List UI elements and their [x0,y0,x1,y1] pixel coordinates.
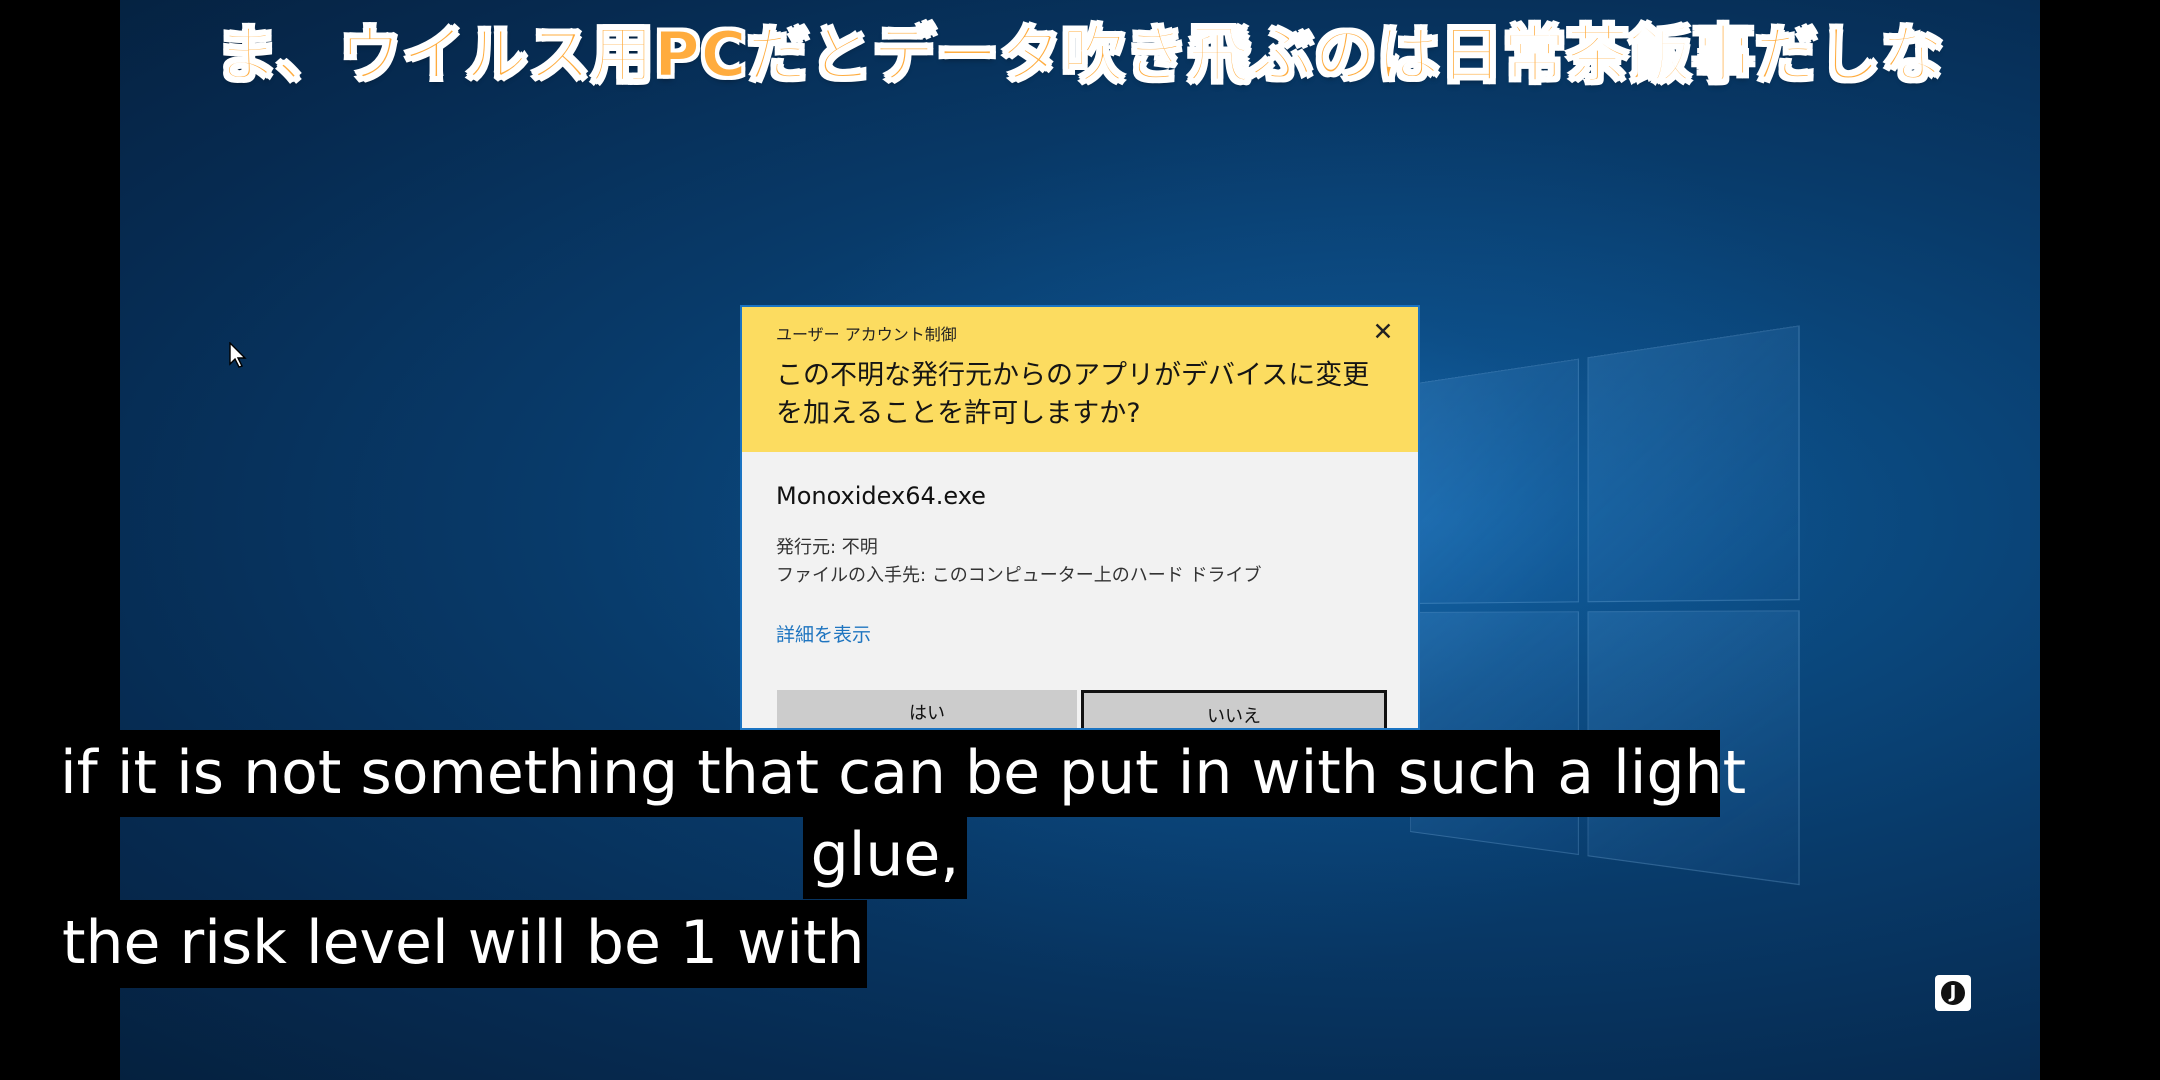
subtitle-line-1: if it is not something that can be put i… [50,730,1746,817]
channel-watermark-icon: J [1935,975,1971,1011]
executable-file-name: Monoxidex64.exe [776,482,986,510]
subtitle-line-2: glue, [803,812,967,899]
dialog-header: ユーザー アカウント制御 ✕ この不明な発行元からのアプリがデバイスに変更を加え… [742,307,1418,452]
windows-logo-pane [1410,358,1579,604]
dialog-body: Monoxidex64.exe 発行元: 不明 ファイルの入手先: このコンピュ… [742,452,1418,647]
yes-button[interactable]: はい [777,690,1077,728]
dialog-buttons: はい いいえ [777,690,1387,728]
mouse-pointer-icon [229,342,247,368]
close-icon[interactable]: ✕ [1368,317,1398,347]
dialog-label: ユーザー アカウント制御 [776,325,957,344]
windows-logo-pane [1587,325,1800,603]
top-japanese-caption: ま、ウイルス用PCだとデータ吹き飛ぶのは日常茶飯事だしな [215,17,1945,92]
windows-logo [1410,323,1813,915]
subtitle-line-3: the risk level will be 1 with [50,900,867,988]
user-account-control-dialog: ユーザー アカウント制御 ✕ この不明な発行元からのアプリがデバイスに変更を加え… [740,305,1420,730]
video-player-stage: ま、ウイルス用PCだとデータ吹き飛ぶのは日常茶飯事だしな ユーザー アカウント制… [0,0,2160,1080]
show-details-link[interactable]: 詳細を表示 [776,620,1384,647]
no-button[interactable]: いいえ [1081,690,1387,728]
watermark-letter: J [1941,981,1965,1005]
publisher-info: 発行元: 不明 [776,537,878,558]
file-origin-info: ファイルの入手先: このコンピューター上のハード ドライブ [776,565,1262,586]
dialog-question: この不明な発行元からのアプリがデバイスに変更を加えることを許可しますか? [776,360,1370,429]
